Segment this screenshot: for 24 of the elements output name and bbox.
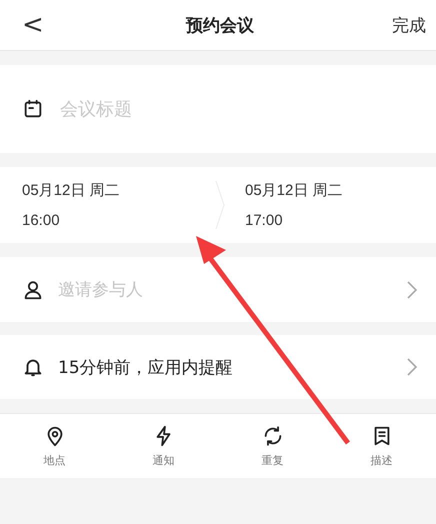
done-button[interactable]: 完成 (392, 14, 426, 36)
time-text: 17:00 (245, 212, 284, 229)
time-text: 16:00 (22, 212, 61, 229)
calendar-icon (22, 98, 44, 120)
chevron-right-icon (406, 357, 418, 377)
date-text: 05月12日 周二 (22, 181, 121, 200)
end-time-picker[interactable]: 05月12日 周二 17:00 (245, 181, 418, 229)
chevron-right-icon (406, 280, 418, 300)
toolbar-button[interactable]: 重复 (218, 414, 327, 478)
toolbar-button[interactable]: 地点 (0, 414, 109, 478)
row-label: 15分钟前，应用内提醒 (58, 356, 234, 378)
toolbar-label: 通知 (152, 454, 174, 468)
toolbar-button[interactable]: 描述 (327, 414, 436, 478)
toolbar-label: 描述 (370, 454, 392, 468)
person-icon (22, 278, 44, 300)
settings-row[interactable]: 15分钟前，应用内提醒 (0, 335, 436, 399)
page-title: 预约会议 (186, 14, 254, 36)
start-time-picker[interactable]: 05月12日 周二 16:00 (22, 181, 195, 229)
toolbar-label: 地点 (44, 454, 66, 468)
toolbar-label: 重复 (262, 454, 284, 468)
date-text: 05月12日 周二 (245, 181, 344, 200)
toolbar-button[interactable]: 通知 (109, 414, 218, 478)
row-label: 邀请参与人 (58, 279, 144, 301)
back-button[interactable]: < (18, 10, 48, 40)
